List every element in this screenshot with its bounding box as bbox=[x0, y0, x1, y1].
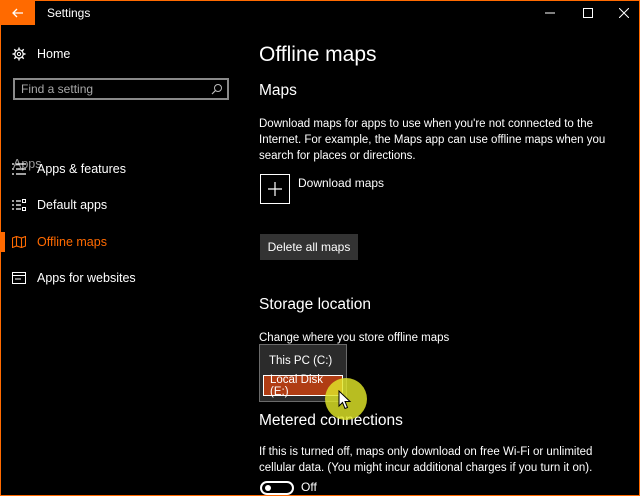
sidebar-item-label: Apps & features bbox=[37, 162, 126, 176]
list-icon bbox=[12, 162, 26, 176]
sidebar-item-label: Apps for websites bbox=[37, 271, 136, 285]
metered-toggle-label: Off bbox=[301, 480, 317, 494]
download-maps-label[interactable]: Download maps bbox=[298, 176, 384, 190]
minimize-icon bbox=[545, 12, 555, 14]
search-input[interactable] bbox=[21, 82, 201, 96]
maps-description: Download maps for apps to use when you'r… bbox=[259, 118, 606, 162]
back-button[interactable] bbox=[1, 1, 35, 25]
plus-icon bbox=[268, 182, 282, 196]
page-title: Offline maps bbox=[259, 43, 377, 66]
search-icon bbox=[211, 84, 222, 95]
default-apps-icon bbox=[12, 198, 26, 212]
gear-icon bbox=[12, 47, 26, 61]
sidebar-item-apps-websites[interactable]: Apps for websites bbox=[1, 261, 241, 295]
download-maps-button[interactable] bbox=[260, 174, 290, 204]
close-icon bbox=[619, 8, 629, 18]
storage-heading: Storage location bbox=[259, 296, 372, 313]
toggle-knob bbox=[265, 485, 271, 491]
back-arrow-icon bbox=[12, 8, 23, 18]
app-title: Settings bbox=[47, 6, 91, 20]
sidebar: Home Apps Apps & features Default apps bbox=[1, 25, 241, 495]
websites-icon bbox=[12, 271, 26, 285]
title-bar: Settings bbox=[1, 1, 639, 25]
sidebar-item-default-apps[interactable]: Default apps bbox=[1, 188, 241, 222]
map-icon bbox=[12, 235, 26, 249]
search-box[interactable] bbox=[13, 78, 229, 100]
sidebar-item-apps-features[interactable]: Apps & features bbox=[1, 152, 241, 186]
metered-heading: Metered connections bbox=[259, 412, 403, 429]
metered-description: If this is turned off, maps only downloa… bbox=[259, 446, 593, 474]
storage-option-c[interactable]: This PC (C:) bbox=[263, 350, 343, 371]
mouse-pointer-icon bbox=[338, 390, 352, 410]
maps-heading: Maps bbox=[259, 82, 297, 99]
content-pane: Offline maps Maps Download maps for apps… bbox=[259, 25, 629, 495]
sidebar-item-home[interactable]: Home bbox=[1, 37, 241, 71]
metered-toggle[interactable] bbox=[260, 481, 294, 495]
sidebar-item-label: Default apps bbox=[37, 198, 108, 212]
delete-all-maps-button[interactable]: Delete all maps bbox=[260, 234, 358, 260]
sidebar-item-label: Home bbox=[37, 47, 71, 61]
close-button[interactable] bbox=[601, 1, 640, 25]
sidebar-item-offline-maps[interactable]: Offline maps bbox=[1, 225, 241, 259]
maximize-icon bbox=[583, 8, 593, 18]
sidebar-item-label: Offline maps bbox=[37, 235, 107, 249]
